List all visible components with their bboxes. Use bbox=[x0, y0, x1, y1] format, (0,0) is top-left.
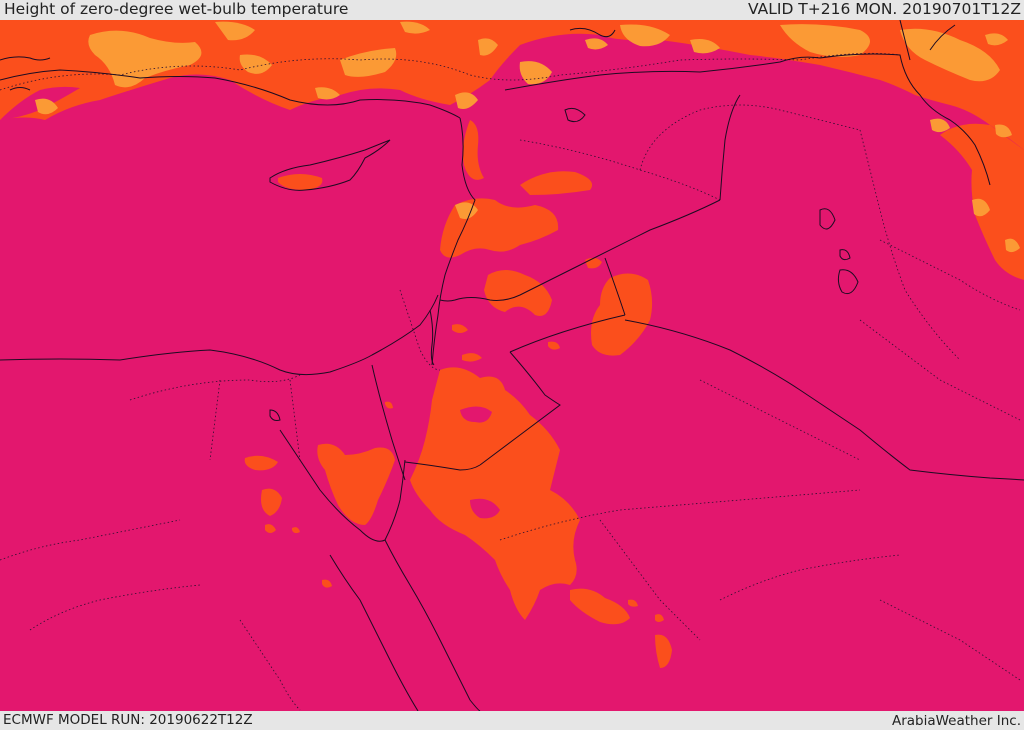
header-bar: Height of zero-degree wet-bulb temperatu… bbox=[0, 0, 1024, 20]
valid-time: VALID T+216 MON. 20190701T12Z bbox=[748, 0, 1021, 18]
model-run: ECMWF MODEL RUN: 20190622T12Z bbox=[3, 712, 253, 728]
credit-text: ArabiaWeather Inc. bbox=[891, 713, 1021, 729]
weather-map bbox=[0, 20, 1024, 711]
map-field bbox=[0, 20, 1024, 711]
footer-bar: ECMWF MODEL RUN: 20190622T12Z ArabiaWeat… bbox=[0, 711, 1024, 729]
map-title: Height of zero-degree wet-bulb temperatu… bbox=[4, 0, 349, 18]
